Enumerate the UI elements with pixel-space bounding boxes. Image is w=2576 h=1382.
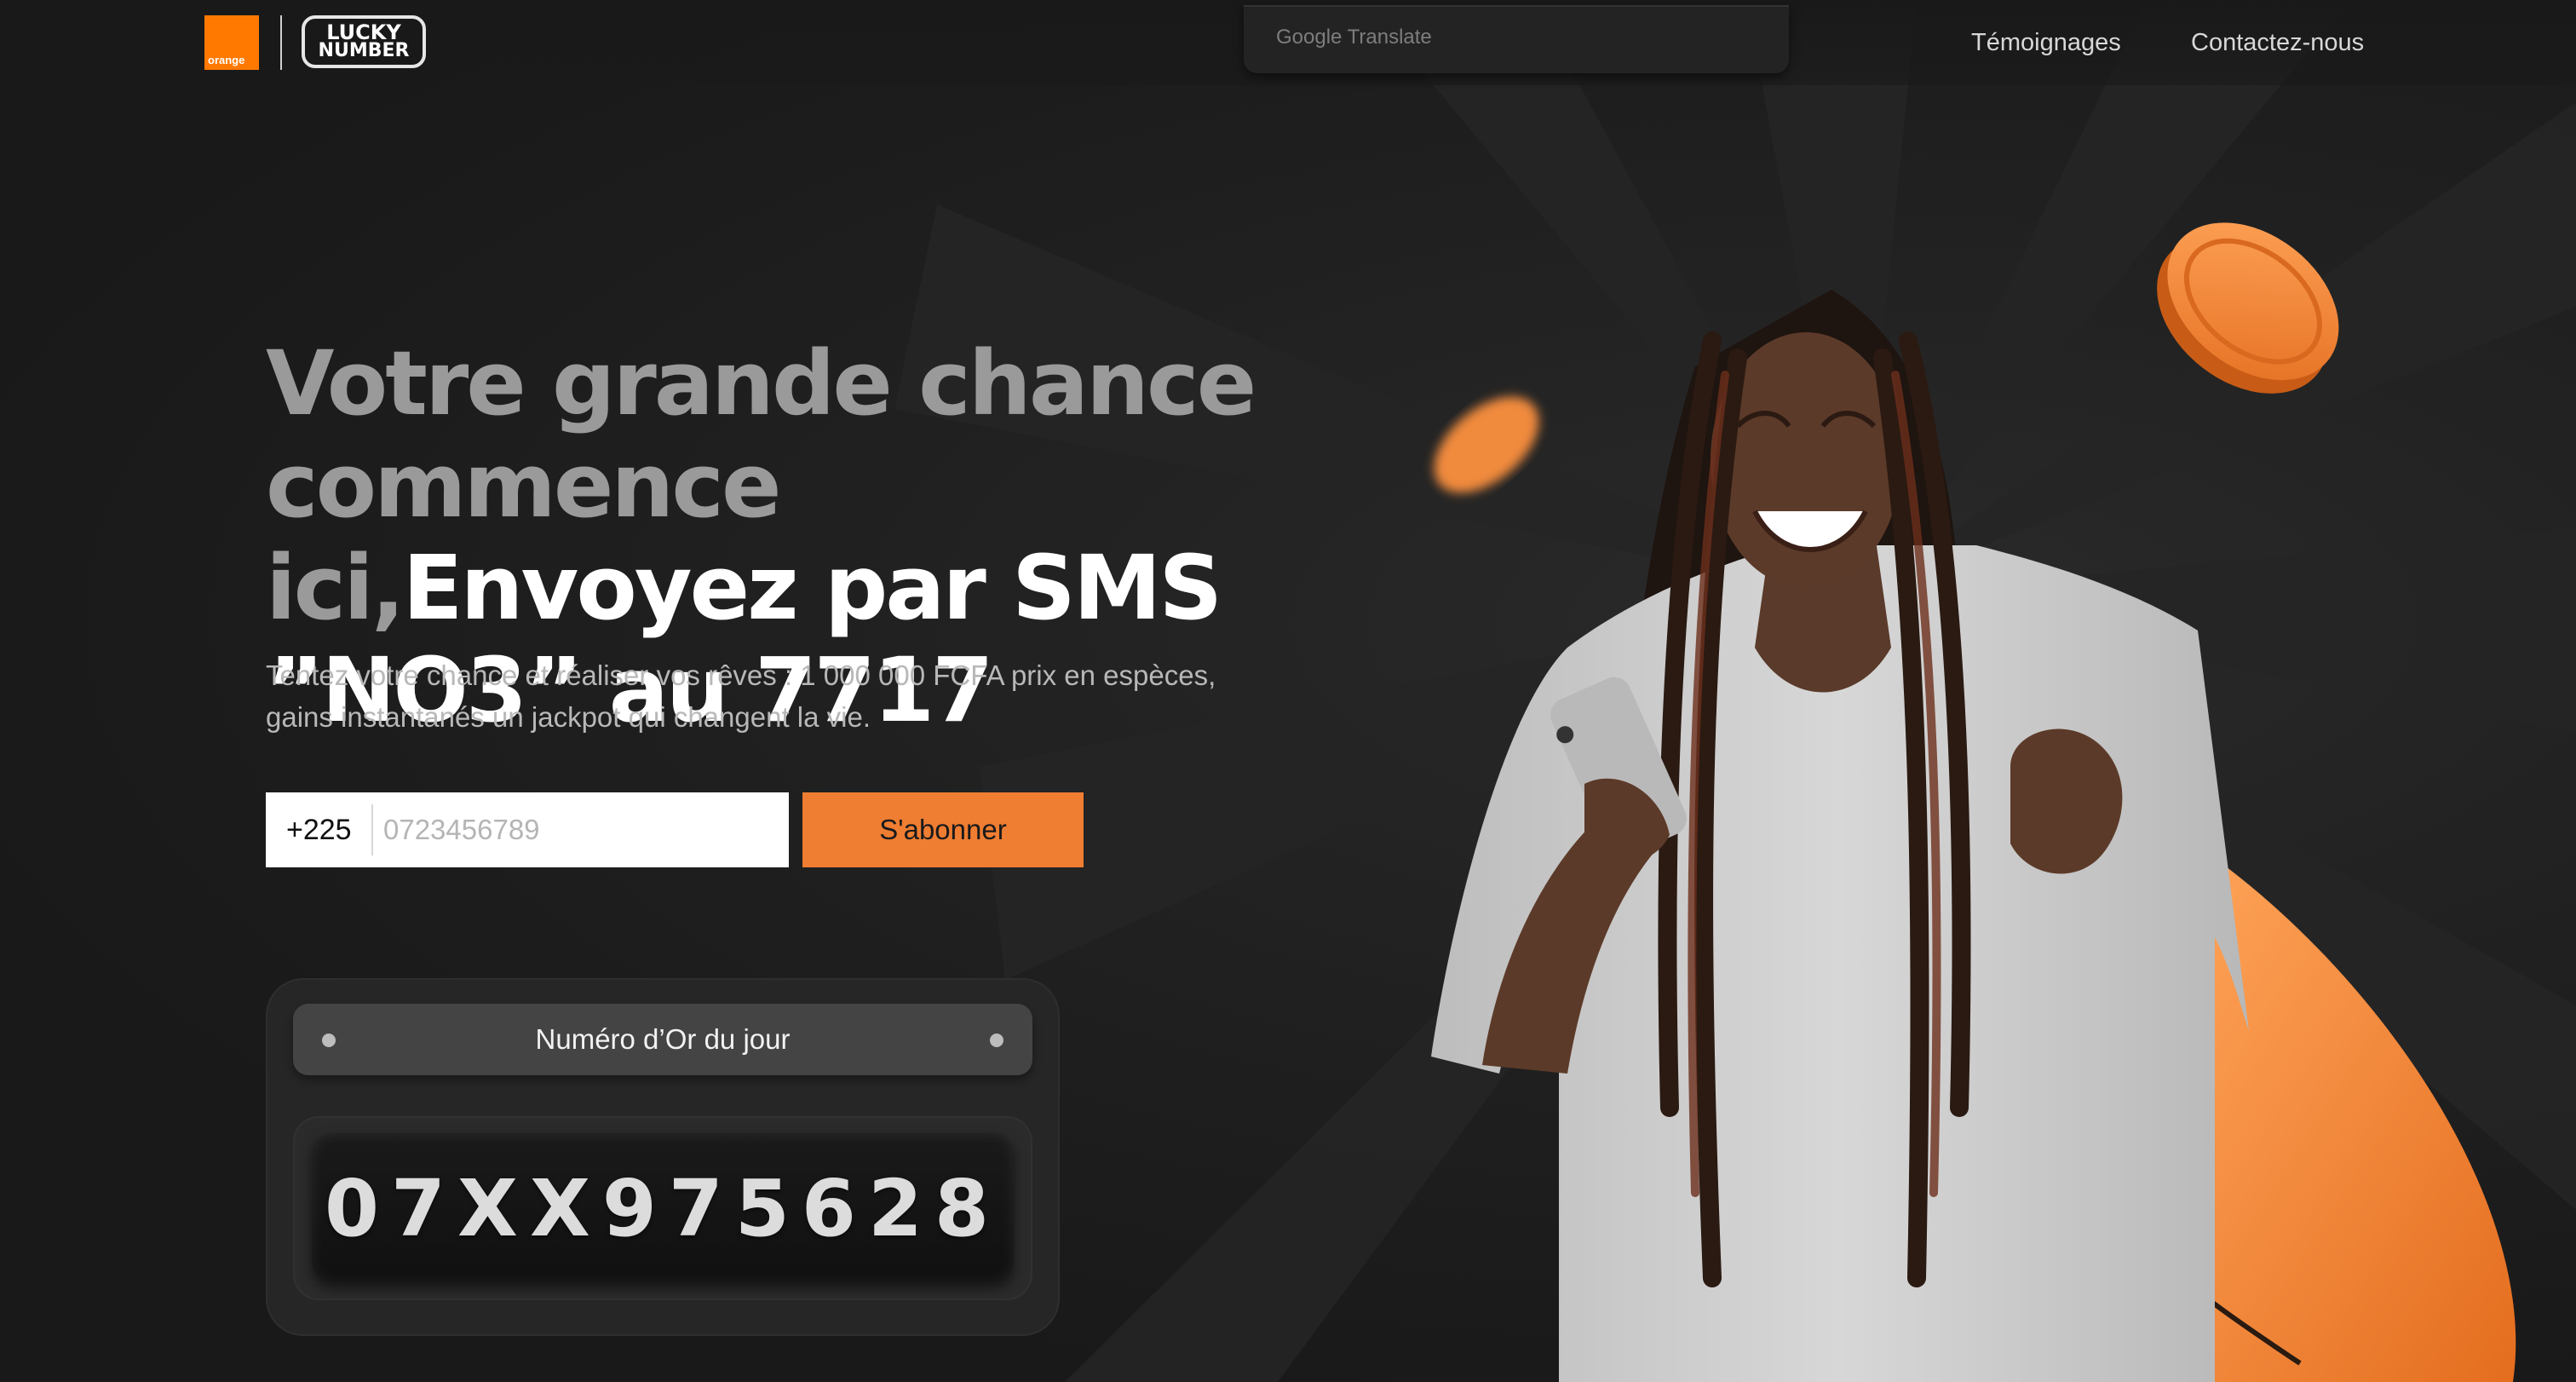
orange-logo-text: orange <box>208 54 245 66</box>
golden-number-label: Numéro d’Or du jour <box>535 1023 791 1055</box>
phone-field: +225 <box>266 792 789 867</box>
country-code[interactable]: +225 <box>266 804 373 855</box>
logo-divider <box>280 15 282 70</box>
site-header: orange LUCKY NUMBER Google Translate Tém… <box>0 0 2576 85</box>
nav-link-contact[interactable]: Contactez-nous <box>2191 29 2364 57</box>
lucky-number-logo[interactable]: LUCKY NUMBER <box>302 15 426 68</box>
woman-figure <box>1431 290 2249 1382</box>
hero-illustration <box>1431 222 2516 1382</box>
golden-number-header: Numéro d’Or du jour <box>293 1004 1032 1075</box>
indicator-dot-left <box>322 1034 336 1047</box>
google-translate-label: Google Translate <box>1276 26 1432 49</box>
golden-number-value: 07XX975628 <box>325 1162 1001 1254</box>
hero-subtitle: Tentez votre chance et réaliser vos rêve… <box>266 659 1216 733</box>
subscribe-button[interactable]: S'abonner <box>802 792 1084 867</box>
floating-coin-top <box>2157 222 2339 394</box>
orange-logo[interactable]: orange <box>204 15 259 70</box>
google-translate-bar[interactable]: Google Translate <box>1244 5 1789 73</box>
nav-link-testimonials[interactable]: Témoignages <box>1971 29 2121 57</box>
golden-number-card: Numéro d’Or du jour 07XX975628 <box>266 978 1060 1336</box>
lucky-logo-line2: NUMBER <box>318 39 410 61</box>
phone-input[interactable] <box>373 804 789 855</box>
golden-number-display: 07XX975628 <box>312 1133 1014 1283</box>
golden-number-display-frame: 07XX975628 <box>293 1116 1032 1300</box>
indicator-dot-right <box>990 1034 1003 1047</box>
floating-coin-blurred <box>1434 396 1539 493</box>
page: orange LUCKY NUMBER Google Translate Tém… <box>0 0 2576 1382</box>
